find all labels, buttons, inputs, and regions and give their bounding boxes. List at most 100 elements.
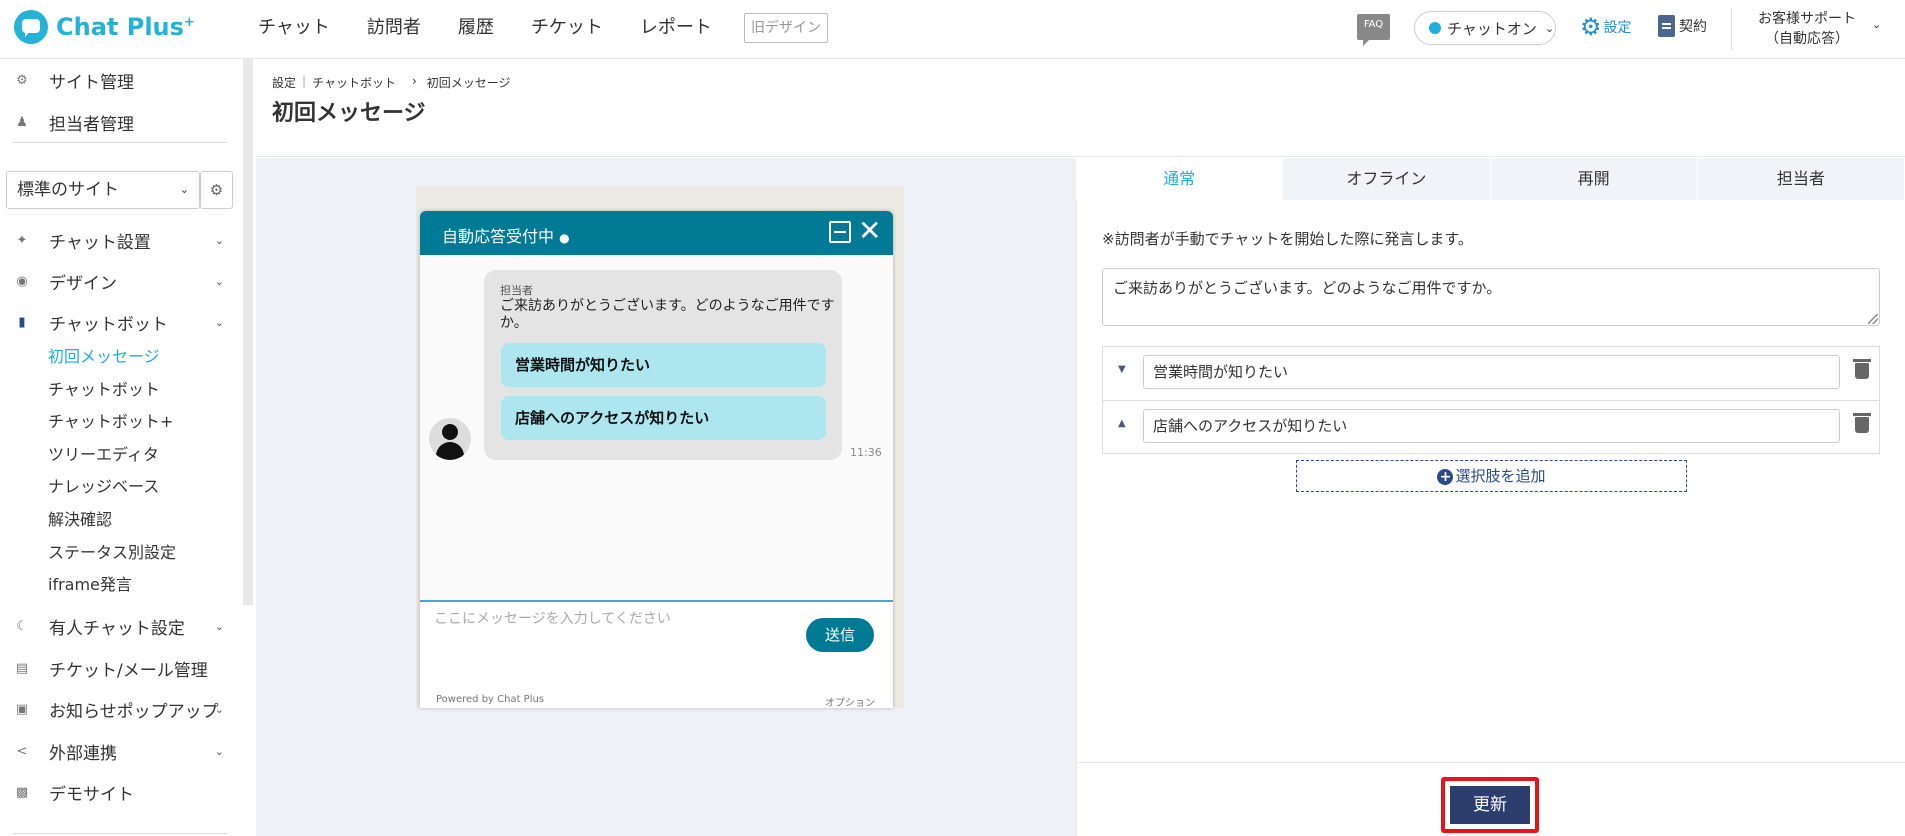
minimize-icon[interactable] [829,221,851,243]
user-name: お客様サポート [1758,11,1856,27]
sidebar-item-chatbot[interactable]: ▮ チャットボット ⌄ [14,310,224,336]
list-item: ▼ 営業時間が知りたい [1103,347,1879,400]
breadcrumb-chatbot[interactable]: チャットボット [312,74,396,91]
site-select[interactable]: 標準のサイト ⌄ [6,171,200,209]
divider [12,833,227,834]
sidebar-item-label: デザイン [49,274,117,294]
tab-normal[interactable]: 通常 [1076,158,1284,200]
nav-visitors[interactable]: 訪問者 [367,13,421,39]
sidebar-item-agent-management[interactable]: ♟ 担当者管理 [14,110,224,136]
sidebar-sub-chatbot[interactable]: チャットボット [48,376,160,400]
tab-reopen[interactable]: 再開 [1490,158,1698,200]
sidebar-sub-first-message[interactable]: 初回メッセージ [48,343,160,367]
list-icon: ▤ [15,660,29,676]
sidebar-sub-knowledge-base[interactable]: ナレッジベース [48,473,159,497]
contract-link[interactable]: 契約 [1658,15,1707,37]
chevron-down-icon: ⌄ [1544,21,1555,35]
sidebar-item-label: チケット/メール管理 [49,661,208,681]
nav-tickets[interactable]: チケット [531,13,603,39]
chat-widget-preview: 自動応答受付中 ● ✕ 担当者 ご来訪ありがとうございます。どのようなご用件です… [420,211,893,708]
sidebar-item-label: チャット設置 [49,233,151,253]
chat-status-dropdown[interactable]: チャットオン ⌄ [1414,11,1556,45]
widget-header: 自動応答受付中 ● ✕ [420,211,893,255]
choice-input[interactable]: 店舗へのアクセスが知りたい [1143,409,1840,443]
message-text: ご来訪ありがとうございます。どのようなご用件ですか。 [500,298,835,331]
divider [12,142,227,143]
sidebar-item-label: サイト管理 [49,73,134,93]
gear-icon: ⚙ [1580,13,1602,41]
sidebar-item-live-chat-settings[interactable]: ☾ 有人チャット設定 ⌄ [14,614,224,640]
sidebar-sub-resolution-check[interactable]: 解決確認 [48,506,112,530]
list-item: ▲ 店舗へのアクセスが知りたい [1103,400,1879,453]
option-link[interactable]: オプション [825,694,875,708]
main-nav: チャット 訪問者 履歴 チケット レポート [258,0,749,52]
add-choice-button[interactable]: + 選択肢を追加 [1296,460,1687,492]
trash-icon[interactable] [1853,359,1871,379]
sidebar-item-label: デモサイト [49,785,134,805]
old-design-button[interactable]: 旧デザイン [744,13,828,43]
faq-icon[interactable]: FAQ [1357,14,1390,46]
sidebar-item-design[interactable]: ◉ デザイン ⌄ [14,269,224,295]
sidebar-scrollbar[interactable] [243,59,253,605]
caret-up-icon[interactable]: ▲ [1118,418,1126,429]
sidebar-item-chat-install[interactable]: ✦ チャット設置 ⌄ [14,228,224,254]
tools-icon: ✦ [16,232,28,248]
top-bar: Chat Plus+ チャット 訪問者 履歴 チケット レポート 旧デザイン F… [0,0,1905,59]
caret-down-icon[interactable]: ▼ [1118,364,1126,375]
add-choice-label: 選択肢を追加 [1455,467,1546,485]
speech-bubble-icon: ● [559,231,570,245]
sidebar-item-site-management[interactable]: ⚙ サイト管理 [14,68,224,94]
choice-button[interactable]: 営業時間が知りたい [501,343,826,387]
chevron-down-icon: ⌄ [214,703,224,716]
send-button[interactable]: 送信 [806,618,874,652]
tab-agent[interactable]: 担当者 [1697,158,1905,200]
chevron-down-icon[interactable]: ⌄ [1872,18,1881,31]
sidebar-sub-chatbot-plus[interactable]: チャットボット+ [48,408,173,432]
user-status: （自動応答） [1765,31,1849,47]
sidebar-item-label: 外部連携 [49,744,117,764]
sidebar-item-popup[interactable]: ▣ お知らせポップアップ ⌄ [14,697,224,723]
choice-input[interactable]: 営業時間が知りたい [1143,355,1840,389]
update-button[interactable]: 更新 [1450,786,1530,824]
chevron-down-icon: ⌄ [214,745,224,758]
plus-circle-icon: + [1437,468,1454,485]
sidebar-sub-iframe[interactable]: iframe発言 [48,571,132,595]
message-time: 11:36 [850,446,882,459]
message-textarea[interactable]: ご来訪ありがとうございます。どのようなご用件ですか。 [1102,268,1880,326]
breadcrumb-settings[interactable]: 設定 [272,74,296,91]
powered-by: Powered by Chat Plus [436,694,545,705]
chat-bubble-logo-icon [14,10,48,44]
chevron-down-icon: ⌄ [179,183,189,196]
choice-button[interactable]: 店舗へのアクセスが知りたい [501,396,826,440]
settings-panel [1076,158,1905,836]
breadcrumb-separator: | [302,74,307,88]
nav-report[interactable]: レポート [640,13,712,39]
chatplus-logo[interactable]: Chat Plus+ [14,10,195,44]
sidebar-sub-tree-editor[interactable]: ツリーエディタ [48,441,159,465]
site-gear-icon: ⚙ [16,72,28,88]
logo-text: Chat Plus [56,13,184,41]
site-settings-gear-icon[interactable]: ⚙ [200,171,233,209]
nav-history[interactable]: 履歴 [458,13,494,39]
chevron-down-icon: ⌄ [214,234,224,247]
trash-icon[interactable] [1853,413,1871,433]
sidebar-item-ticket-mail[interactable]: ▤ チケット/メール管理 [14,656,224,682]
nav-chat[interactable]: チャット [258,13,330,39]
tab-offline[interactable]: オフライン [1283,158,1491,200]
sidebar-sub-status-settings[interactable]: ステータス別設定 [48,539,176,563]
message-input[interactable]: ここにメッセージを入力してください [434,608,671,628]
widget-input-area: ここにメッセージを入力してください 送信 Powered by Chat Plu… [420,600,893,708]
settings-link[interactable]: ⚙ 設定 [1580,15,1632,39]
user-menu[interactable]: お客様サポート （自動応答） [1748,9,1866,49]
close-icon[interactable]: ✕ [858,215,881,247]
breadcrumb: 設定 | チャットボット › 初回メッセージ [272,74,517,91]
sidebar-item-integrations[interactable]: < 外部連携 ⌄ [14,739,224,765]
agent-avatar [429,418,471,460]
resize-handle-icon[interactable] [1868,314,1878,324]
sidebar-item-demo-site[interactable]: ▩ デモサイト [14,780,224,806]
page-title: 初回メッセージ [272,101,426,126]
breadcrumb-arrow: › [411,74,417,88]
chat-bubbles-icon: ▮ [18,314,26,330]
site-select-value: 標準のサイト [17,180,119,200]
palette-icon: ◉ [16,273,28,289]
